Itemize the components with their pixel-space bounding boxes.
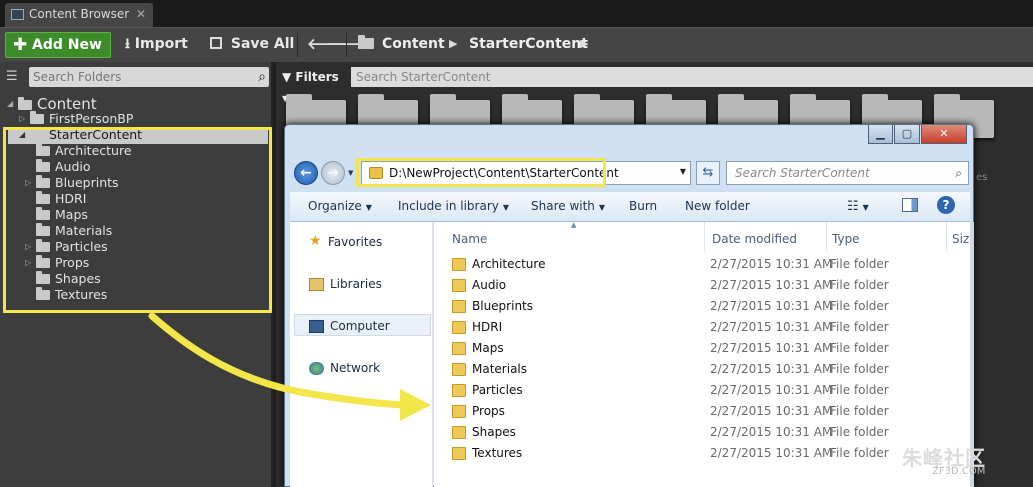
annotation-arrow — [148, 312, 431, 421]
watermark-subtext: ZF3D.COM — [932, 466, 986, 477]
arrow-curve — [148, 312, 406, 409]
screenshot: Content Browser ✕ ✚ Add New ▼ ⭳ Import S… — [0, 0, 1033, 487]
arrow-head — [400, 389, 431, 421]
